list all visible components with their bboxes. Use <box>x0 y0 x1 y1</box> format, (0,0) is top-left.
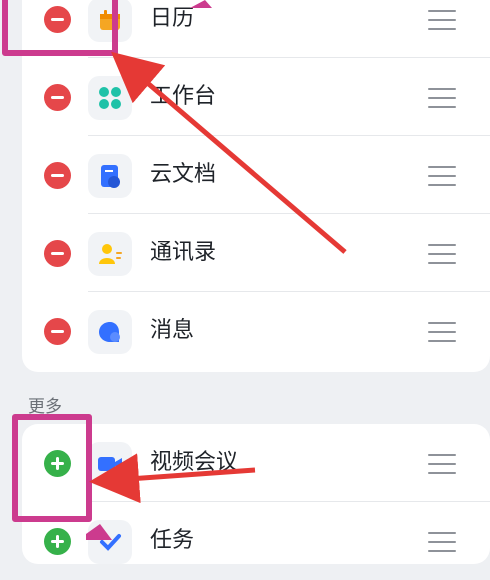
app-label: 工作台 <box>150 84 217 109</box>
cloud-docs-icon <box>88 154 132 198</box>
drag-handle-icon[interactable] <box>428 532 456 552</box>
app-label: 云文档 <box>150 162 217 187</box>
list-item-contacts[interactable]: 通讯录 <box>22 214 490 292</box>
drag-handle-icon[interactable] <box>428 454 456 474</box>
remove-button[interactable] <box>44 240 71 267</box>
workbench-icon <box>88 76 132 120</box>
remove-button[interactable] <box>44 162 71 189</box>
video-meeting-icon <box>88 442 132 486</box>
highlight-box-bottom <box>12 414 92 522</box>
add-button[interactable] <box>44 528 71 555</box>
list-item-video-meeting[interactable]: 视频会议 <box>22 424 490 502</box>
tasks-icon <box>88 520 132 564</box>
app-label: 日历 <box>150 6 195 31</box>
more-apps-card: 视频会议 任务 <box>22 424 490 564</box>
remove-button[interactable] <box>44 84 71 111</box>
list-item-cloud-docs[interactable]: 云文档 <box>22 136 490 214</box>
app-label: 通讯录 <box>150 240 217 265</box>
drag-handle-icon[interactable] <box>428 166 456 186</box>
list-item-tasks[interactable]: 任务 <box>22 502 490 580</box>
messages-icon <box>88 310 132 354</box>
app-label: 任务 <box>150 528 195 553</box>
list-item-messages[interactable]: 消息 <box>22 292 490 370</box>
list-item-workbench[interactable]: 工作台 <box>22 58 490 136</box>
app-label: 视频会议 <box>150 450 239 475</box>
remove-button[interactable] <box>44 318 71 345</box>
highlight-box-top <box>2 0 118 56</box>
drag-handle-icon[interactable] <box>428 88 456 108</box>
drag-handle-icon[interactable] <box>428 244 456 264</box>
app-label: 消息 <box>150 318 195 343</box>
drag-handle-icon[interactable] <box>428 322 456 342</box>
drag-handle-icon[interactable] <box>428 10 456 30</box>
contacts-icon <box>88 232 132 276</box>
